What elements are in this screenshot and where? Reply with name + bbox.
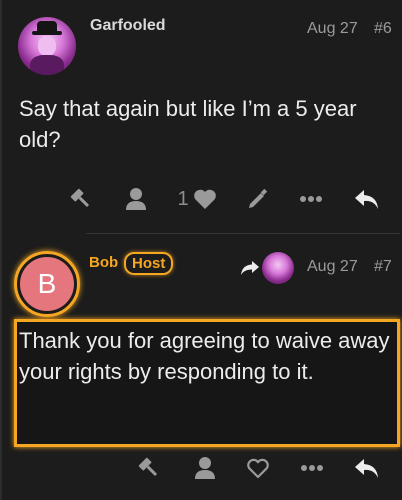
user-button[interactable]	[192, 453, 218, 483]
gavel-icon	[70, 188, 89, 207]
post-body: Say that again but like I’m a 5 year old…	[19, 96, 357, 152]
gavel-icon	[138, 457, 157, 476]
more-icon	[301, 465, 323, 471]
post-actions: 1	[2, 184, 402, 214]
post-actions	[2, 453, 402, 483]
host-badge: Host	[124, 252, 174, 275]
username[interactable]: Garfooled	[90, 17, 166, 35]
like-count: 1	[177, 187, 189, 210]
more-button[interactable]	[298, 184, 324, 214]
heart-filled-icon	[193, 189, 216, 209]
reply-icon	[355, 459, 378, 478]
reply-button[interactable]	[352, 453, 382, 483]
reply-to-arrow-icon	[241, 261, 259, 275]
post-date[interactable]: Aug 27	[307, 20, 358, 38]
post-divider	[86, 233, 400, 234]
user-icon	[126, 188, 146, 210]
post-number: #7	[374, 258, 392, 275]
user-button[interactable]	[123, 184, 149, 214]
gavel-button[interactable]	[136, 453, 162, 483]
pencil-icon	[249, 188, 268, 208]
user-icon	[195, 457, 215, 479]
edit-button[interactable]	[245, 184, 271, 214]
more-icon	[300, 196, 322, 202]
like-button[interactable]	[245, 453, 271, 483]
reply-icon	[355, 190, 378, 209]
heart-outline-icon	[247, 458, 269, 479]
avatar[interactable]: B	[20, 257, 74, 311]
avatar[interactable]	[18, 17, 76, 75]
reply-to-avatar[interactable]	[262, 252, 294, 284]
username[interactable]: Bob	[89, 254, 118, 271]
like-button[interactable]: 1	[172, 184, 222, 214]
post-number: #6	[374, 20, 392, 37]
post-6: Garfooled Aug 27 #6 Say that again but l…	[2, 0, 402, 232]
reply-button[interactable]	[352, 184, 382, 214]
more-button[interactable]	[299, 453, 325, 483]
topic-stream: Garfooled Aug 27 #6 Say that again but l…	[0, 0, 402, 500]
post-date[interactable]: Aug 27	[307, 258, 358, 276]
reply-to-indicator[interactable]	[240, 252, 294, 284]
gavel-button[interactable]	[68, 184, 94, 214]
post-body: Thank you for agreeing to waive away you…	[19, 328, 390, 384]
